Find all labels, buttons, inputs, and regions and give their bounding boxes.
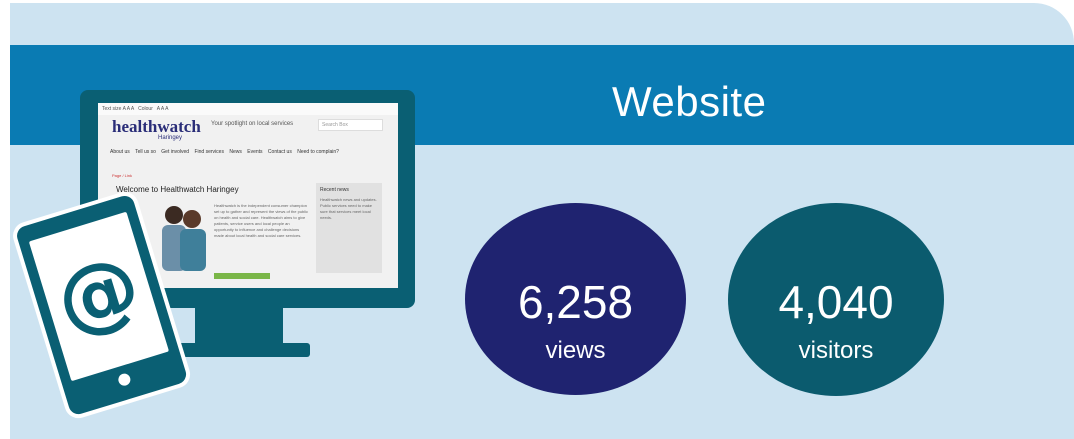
screen-nav: About us Tell us so Get involved Find se…	[110, 149, 343, 155]
screen-nav-item: Find services	[194, 149, 224, 155]
monitor-stand-neck	[195, 306, 283, 348]
screen-toolbar: Text size A A A Colour A A A	[98, 103, 398, 115]
screen-breadcrumb: Page / Link	[112, 173, 133, 178]
screen-nav-item: Events	[247, 149, 263, 155]
visitors-count: 4,040	[778, 276, 894, 328]
screen-sidebar-text: Healthwatch news and updates. Public ser…	[320, 197, 377, 220]
screen-nav-item: About us	[110, 149, 130, 155]
screen-nav-item: Tell us so	[135, 149, 156, 155]
screen-logo-sub: Haringey	[158, 135, 183, 141]
screen-tagline: Your spotlight on local services	[211, 121, 294, 127]
screen-sidebar: Recent news Healthwatch news and updates…	[316, 183, 382, 273]
screen-logo: healthwatch	[112, 117, 201, 136]
views-label: views	[545, 337, 606, 364]
screen-nav-item: Get involved	[161, 149, 190, 155]
phone-home-button-icon	[116, 372, 132, 388]
screen-search: Search Box	[318, 119, 383, 131]
screen-nav-item: Need to complain?	[297, 149, 339, 155]
views-stat-circle: 6,258 views	[465, 203, 686, 395]
screen-sidebar-title: Recent news	[320, 187, 349, 193]
at-sign-icon: @	[45, 236, 152, 352]
visitors-stat-circle: 4,040 visitors	[728, 203, 944, 396]
visitors-label: visitors	[798, 337, 874, 364]
phone-screen: @	[28, 211, 170, 382]
screen-nav-item: News	[229, 149, 242, 155]
screen-nav-item: Contact us	[267, 149, 292, 155]
views-count: 6,258	[517, 276, 634, 328]
screen-cta-button	[214, 273, 270, 279]
page-title: Website	[612, 78, 767, 125]
screen-body-text: Healthwatch is the independent consumer …	[214, 203, 309, 238]
